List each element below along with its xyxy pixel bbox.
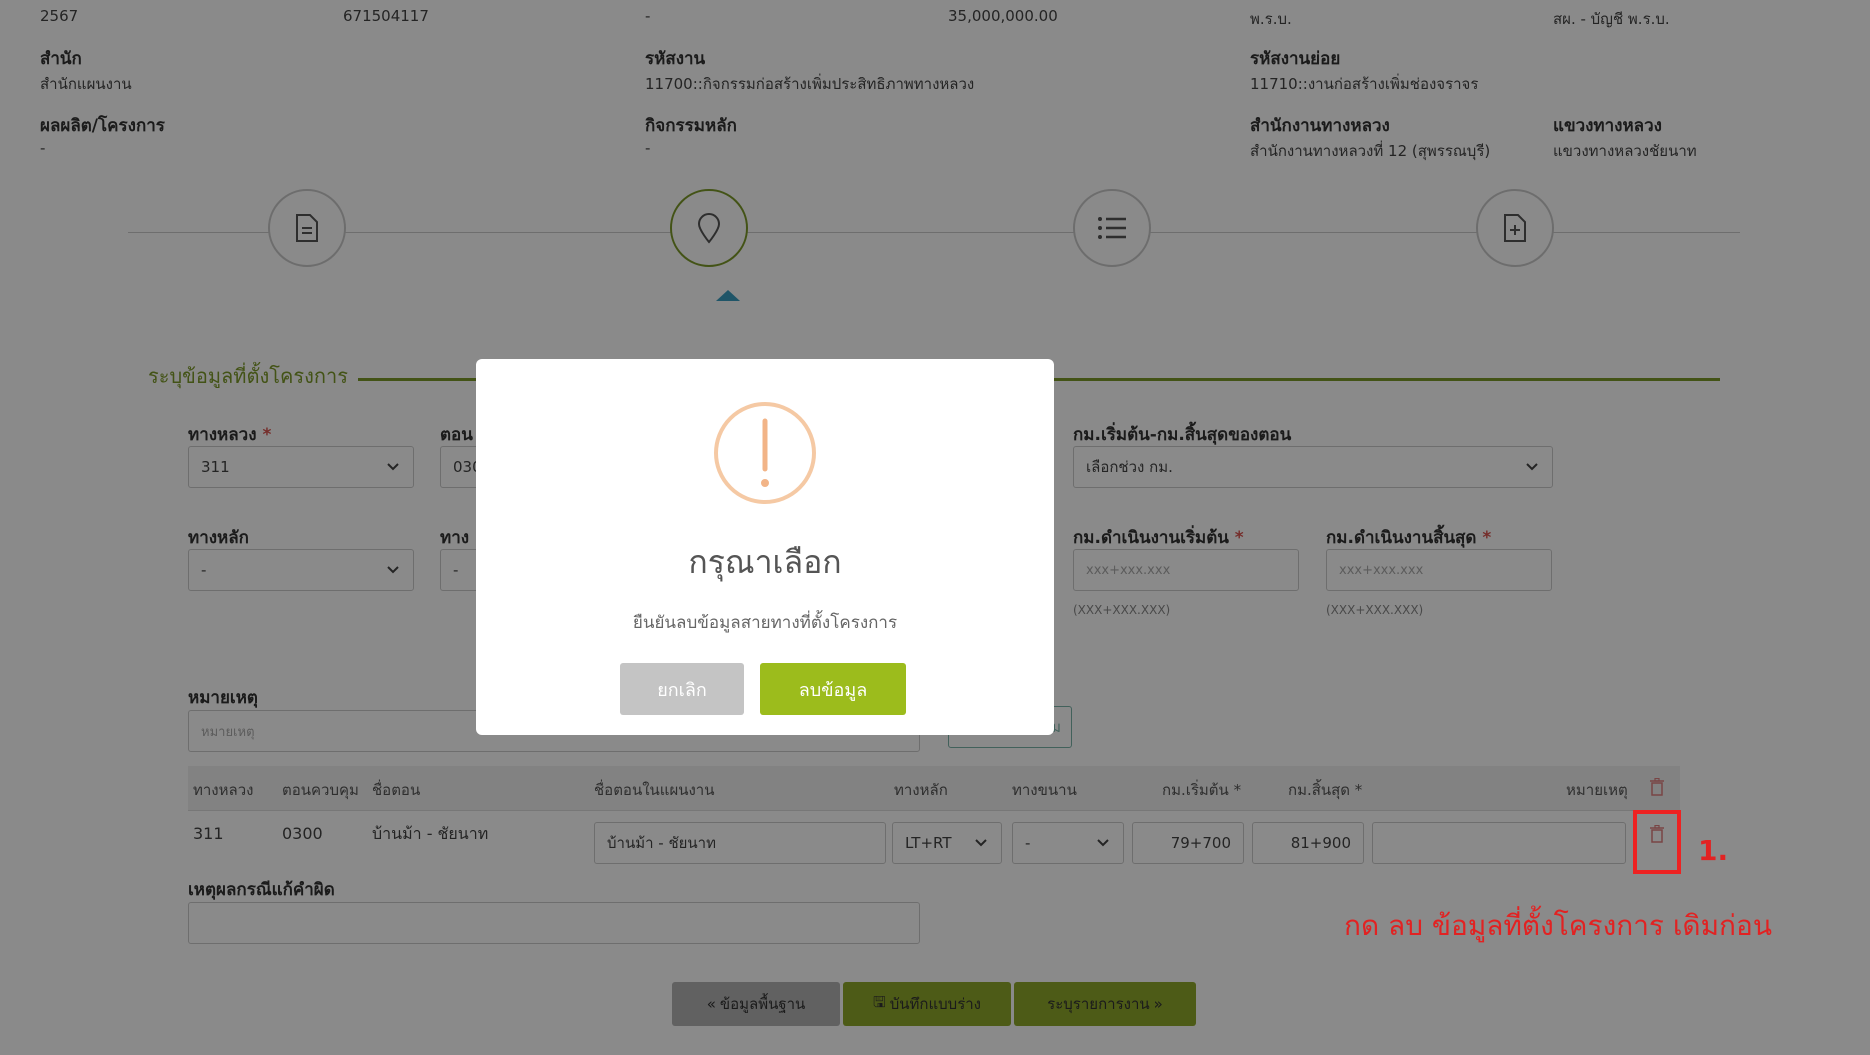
annotation-text: กด ลบ ข้อมูลที่ตั้งโครงการ เดิมก่อน (1344, 909, 1772, 942)
confirm-dialog: กรุณาเลือก ยืนยันลบข้อมูลสายทางที่ตั้งโค… (476, 359, 1054, 735)
annotation-number: 1. (1698, 834, 1729, 867)
exclamation-circle-icon (714, 402, 816, 504)
annotation-highlight-box (1633, 810, 1681, 874)
dialog-message: ยืนยันลบข้อมูลสายทางที่ตั้งโครงการ (632, 613, 898, 633)
page: 2567 671504117 - 35,000,000.00 พ.ร.บ. สผ… (0, 0, 1870, 1055)
confirm-delete-button[interactable]: ลบข้อมูล (760, 663, 906, 715)
dialog-title: กรุณาเลือก (688, 543, 842, 581)
cancel-button[interactable]: ยกเลิก (620, 663, 744, 715)
